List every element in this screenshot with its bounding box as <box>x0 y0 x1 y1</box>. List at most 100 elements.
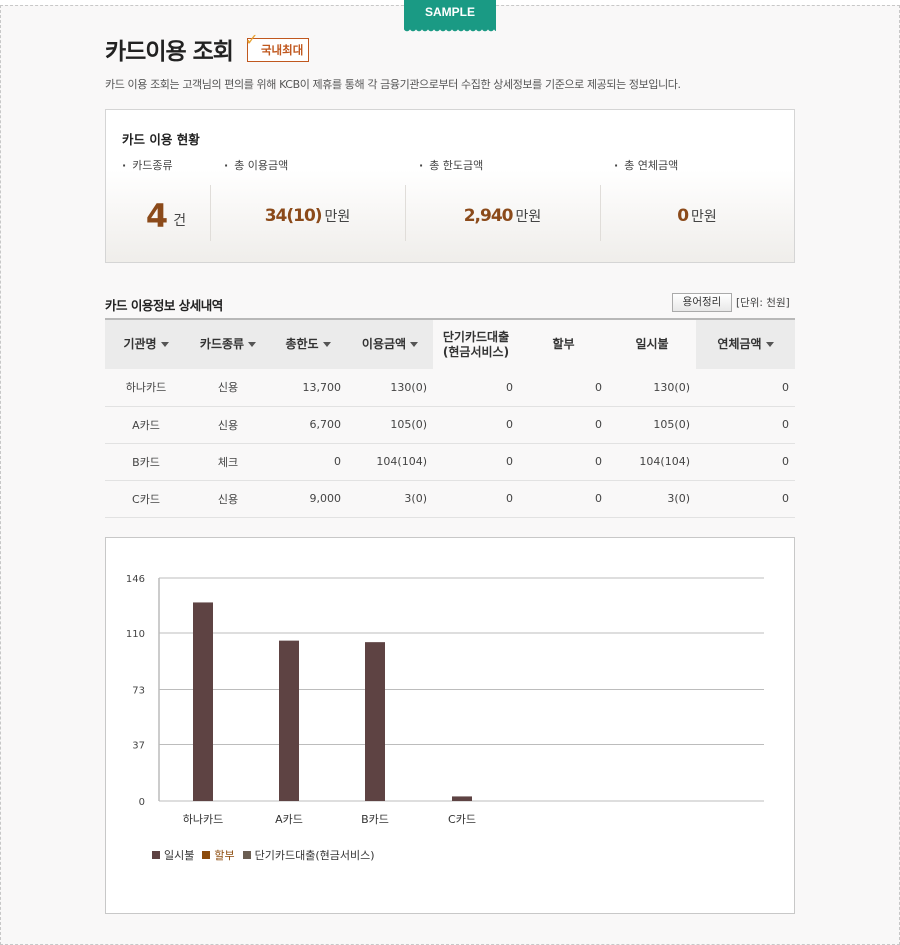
cell-card-type: 체크 <box>187 443 269 481</box>
cell-installment: 0 <box>519 406 608 444</box>
page-title: 카드이용 조회 <box>105 39 234 65</box>
caret-down-icon <box>322 342 331 347</box>
cell-institution: B카드 <box>105 443 187 481</box>
y-tick-label: 37 <box>132 740 145 751</box>
total-usage-label: 총 이용금액 <box>224 157 288 173</box>
cell-installment: 0 <box>519 369 608 407</box>
cell-card-type: 신용 <box>187 406 269 444</box>
total-usage-unit: 만원 <box>324 209 351 225</box>
summary-title: 카드 이용 현황 <box>122 132 200 147</box>
header-label: (현금서비스) <box>442 344 510 359</box>
total-limit-label: 총 한도금액 <box>419 157 483 173</box>
total-limit: 2,940 만원 <box>405 187 600 245</box>
usage-chart-panel: 0 37 73 110 146 하나카드 A카드 B카드 C카드 일시불 할부 단기카드대출(현금서… <box>105 537 795 914</box>
domestic-best-badge: ✓ 국내최대 <box>245 30 310 62</box>
chart-legend: 일시불 할부 단기카드대출(현금서비스) <box>152 847 383 863</box>
legend-swatch <box>152 851 160 859</box>
legend-swatch <box>242 851 251 859</box>
cell-card-type: 신용 <box>187 369 269 407</box>
total-overdue-unit: 만원 <box>691 209 717 225</box>
header-label: 단기카드대출 <box>442 329 510 344</box>
cell-overdue: 0 <box>696 369 795 407</box>
check-icon: ✓ <box>244 30 259 49</box>
sort-total-limit-header[interactable]: 총한도 <box>269 319 347 369</box>
caret-down-icon <box>248 342 257 347</box>
usage-summary-panel: 카드 이용 현황 카드종류 4 건 총 이용금액 34(10) 만원 총 한도금… <box>105 109 795 263</box>
legend-label: 할부 <box>214 849 235 862</box>
header-label: 카드종류 <box>199 337 245 351</box>
unit-note: [단위: 천원] <box>736 297 790 309</box>
cell-usage: 105(0) <box>347 406 433 444</box>
bar-2 <box>279 640 299 801</box>
total-limit-value: 2,940 <box>463 206 514 226</box>
bar-4 <box>452 796 472 801</box>
cell-usage: 130(0) <box>347 369 433 407</box>
cell-total-limit: 6,700 <box>269 406 347 444</box>
cell-institution: C카드 <box>105 480 187 518</box>
total-overdue-label: 총 연체금액 <box>614 157 678 173</box>
summary-card-types: 카드종류 4 건 <box>122 157 210 257</box>
cell-institution: A카드 <box>105 406 187 444</box>
x-tick-label: C카드 <box>448 813 476 826</box>
cell-lump-sum: 105(0) <box>608 406 696 444</box>
sort-institution-header[interactable]: 기관명 <box>105 319 187 369</box>
cell-short-loan: 0 <box>433 406 519 444</box>
table-row: C카드 신용 9,000 3(0) 0 0 3(0) 0 <box>105 480 795 518</box>
total-overdue-value: 0 <box>677 206 689 226</box>
cell-total-limit: 0 <box>269 443 347 481</box>
cell-lump-sum: 3(0) <box>608 480 696 518</box>
card-types-label: 카드종류 <box>122 157 172 173</box>
caret-down-icon <box>160 342 169 347</box>
sort-usage-header[interactable]: 이용금액 <box>347 319 433 369</box>
x-tick-label: A카드 <box>275 813 303 826</box>
legend-swatch <box>202 851 211 859</box>
cell-installment: 0 <box>519 480 608 518</box>
card-detail-table: 기관명 카드종류 총한도 이용금액 단기카드대출 (현금서비스) 할부 일시불 연… <box>105 318 795 518</box>
installment-header: 할부 <box>519 319 608 369</box>
y-tick-label: 110 <box>126 629 145 640</box>
legend-label: 단기카드대출(현금서비스) <box>254 849 375 862</box>
summary-total-usage: 총 이용금액 34(10) 만원 <box>224 157 401 257</box>
card-count: 4 건 <box>122 187 210 245</box>
header-label: 총한도 <box>285 337 319 351</box>
sample-tab: SAMPLE <box>404 0 496 32</box>
legend-item: 할부 <box>202 847 235 863</box>
total-usage-value: 34(10) <box>264 206 323 226</box>
table-row: A카드 신용 6,700 105(0) 0 0 105(0) 0 <box>105 406 795 444</box>
x-tick-label: B카드 <box>361 813 389 826</box>
sort-card-type-header[interactable]: 카드종류 <box>187 319 269 369</box>
summary-total-overdue: 총 연체금액 0 만원 <box>614 157 794 257</box>
legend-item: 일시불 <box>152 847 194 863</box>
header-label: 이용금액 <box>361 337 407 351</box>
detail-section-title: 카드 이용정보 상세내역 <box>105 298 223 313</box>
card-count-unit: 건 <box>173 213 187 229</box>
cell-installment: 0 <box>519 443 608 481</box>
cell-total-limit: 9,000 <box>269 480 347 518</box>
badge-label: 국내최대 <box>260 43 304 57</box>
header-label: 기관명 <box>123 337 157 351</box>
y-tick-label: 73 <box>132 686 145 697</box>
y-tick-label: 146 <box>126 574 145 585</box>
total-overdue: 0 만원 <box>600 187 794 245</box>
sort-overdue-header[interactable]: 연체금액 <box>696 319 795 369</box>
caret-down-icon <box>765 342 774 347</box>
cell-overdue: 0 <box>696 443 795 481</box>
bar-3 <box>365 642 385 801</box>
table-header-row: 기관명 카드종류 총한도 이용금액 단기카드대출 (현금서비스) 할부 일시불 연… <box>105 319 795 369</box>
cell-overdue: 0 <box>696 406 795 444</box>
cell-card-type: 신용 <box>187 480 269 518</box>
cell-lump-sum: 104(104) <box>608 443 696 481</box>
total-limit-unit: 만원 <box>515 209 542 225</box>
x-tick-label: 하나카드 <box>183 812 223 826</box>
cell-total-limit: 13,700 <box>269 369 347 407</box>
header-label: 일시불 <box>635 337 669 351</box>
table-row: 하나카드 신용 13,700 130(0) 0 0 130(0) 0 <box>105 369 795 407</box>
cell-usage: 104(104) <box>347 443 433 481</box>
cell-short-loan: 0 <box>433 480 519 518</box>
cell-overdue: 0 <box>696 480 795 518</box>
short-loan-header: 단기카드대출 (현금서비스) <box>433 319 519 369</box>
glossary-button[interactable]: 용어정리 <box>672 293 732 312</box>
card-count-value: 4 <box>145 197 168 235</box>
header-label: 할부 <box>552 337 575 351</box>
usage-bar-chart: 0 37 73 110 146 하나카드 A카드 B카드 C카드 <box>126 574 764 826</box>
